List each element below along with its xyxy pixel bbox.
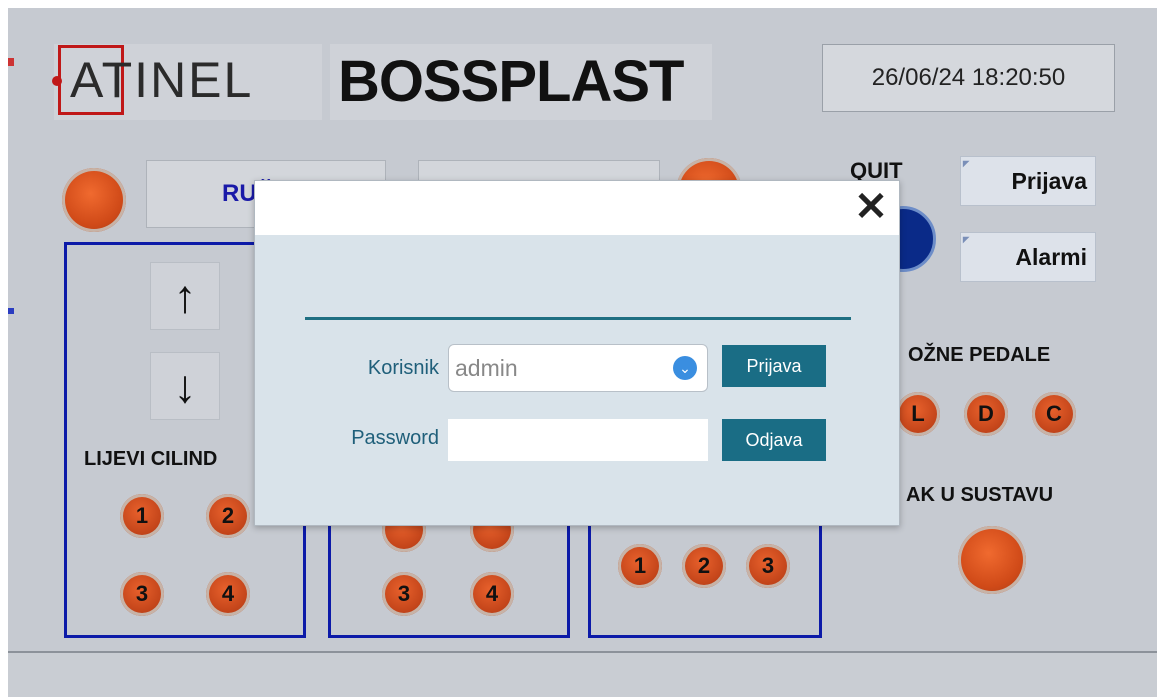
user-label: Korisnik bbox=[367, 357, 439, 379]
left-cylinder-lamp: 2 bbox=[206, 494, 250, 538]
alarms-button[interactable]: ◤ Alarmi bbox=[960, 232, 1096, 282]
password-field[interactable] bbox=[448, 419, 708, 461]
company-logo-text: ATINEL bbox=[70, 52, 254, 108]
logout-button[interactable]: Odjava bbox=[722, 419, 826, 461]
right-panel-lamp: 2 bbox=[682, 544, 726, 588]
left-cylinder-label: LIJEVI CILIND bbox=[84, 448, 218, 470]
alarms-button-label: Alarmi bbox=[1015, 243, 1087, 270]
status-bar bbox=[8, 651, 1157, 697]
password-label: Password bbox=[351, 427, 439, 449]
pedal-lamp-l: L bbox=[896, 392, 940, 436]
login-submit-button[interactable]: Prijava bbox=[722, 345, 826, 387]
corner-mark-icon: ◤ bbox=[963, 235, 970, 244]
edge-marker bbox=[8, 58, 14, 66]
middle-panel-lamp: 3 bbox=[382, 572, 426, 616]
logo-dot bbox=[52, 76, 62, 86]
arrow-down-icon: ↓ bbox=[173, 360, 197, 412]
foot-pedals-label: OŽNE PEDALE bbox=[908, 344, 1051, 366]
left-cylinder-lamp: 4 bbox=[206, 572, 250, 616]
dialog-header: ✕ bbox=[255, 181, 899, 235]
right-panel-lamp: 1 bbox=[618, 544, 662, 588]
user-select-value: admin bbox=[455, 355, 518, 381]
user-select[interactable]: admin ⌄ bbox=[448, 344, 708, 392]
left-cylinder-lamp: 3 bbox=[120, 572, 164, 616]
login-button[interactable]: ◤ Prijava bbox=[960, 156, 1096, 206]
dialog-divider bbox=[305, 317, 851, 320]
right-panel-lamp: 3 bbox=[746, 544, 790, 588]
datetime-display: 26/06/24 18:20:50 bbox=[822, 44, 1115, 112]
left-cylinder-lamp: 1 bbox=[120, 494, 164, 538]
pedal-lamp-c: C bbox=[1032, 392, 1076, 436]
brand-name: BOSSPLAST bbox=[338, 49, 684, 114]
middle-panel-lamp: 4 bbox=[470, 572, 514, 616]
close-icon[interactable]: ✕ bbox=[851, 183, 891, 231]
system-fault-label: AK U SUSTAVU bbox=[906, 484, 1054, 506]
up-arrow-button[interactable]: ↑ bbox=[150, 262, 220, 330]
pedal-lamp-d: D bbox=[964, 392, 1008, 436]
manual-mode-lamp bbox=[62, 168, 126, 232]
corner-mark-icon: ◤ bbox=[963, 159, 970, 168]
login-dialog: ✕ Korisnik admin ⌄ Prijava Password Odja… bbox=[254, 180, 900, 526]
arrow-up-icon: ↑ bbox=[173, 270, 197, 322]
down-arrow-button[interactable]: ↓ bbox=[150, 352, 220, 420]
login-button-label: Prijava bbox=[1011, 167, 1087, 194]
system-fault-lamp bbox=[958, 526, 1026, 594]
edge-marker bbox=[8, 308, 14, 314]
chevron-down-icon[interactable]: ⌄ bbox=[673, 356, 697, 380]
